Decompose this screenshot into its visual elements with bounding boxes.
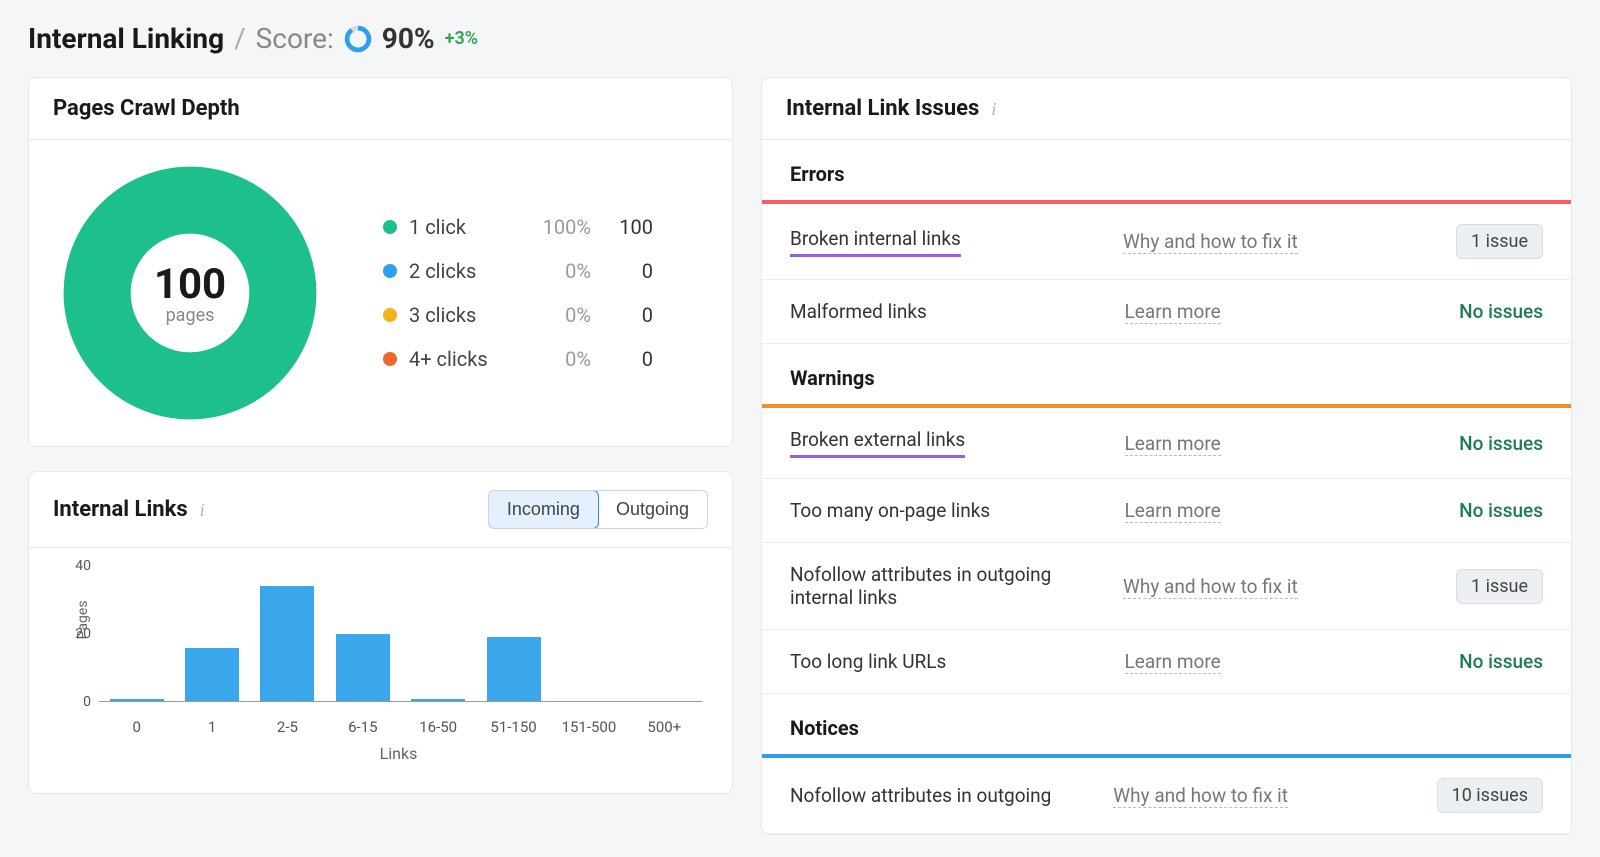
bar-column[interactable] (250, 586, 325, 702)
title-separator: / (234, 22, 246, 55)
x-tick-label: 16-50 (401, 718, 476, 736)
x-tick-label: 51-150 (476, 718, 551, 736)
legend-row[interactable]: 4+ clicks 0% 0 (383, 347, 653, 371)
legend-dot-icon (383, 264, 397, 278)
why-fix-link[interactable]: Why and how to fix it (1113, 784, 1288, 808)
score-value: 90% (382, 22, 435, 55)
issue-count-badge[interactable]: 1 issue (1456, 224, 1543, 259)
legend-pct: 0% (521, 303, 591, 327)
issue-section-title: Errors (762, 140, 1571, 200)
learn-more-link[interactable]: Learn more (1125, 650, 1221, 674)
legend-count: 0 (603, 303, 653, 327)
internal-links-card: Internal Links i Incoming Outgoing Pages… (28, 471, 733, 794)
y-tick-label: 0 (83, 694, 91, 710)
bar-column[interactable] (174, 648, 249, 702)
x-tick-label: 151-500 (551, 718, 626, 736)
issue-name[interactable]: Malformed links (790, 300, 927, 323)
y-tick-label: 40 (75, 558, 91, 574)
donut-label: pages (166, 305, 215, 326)
link-issues-title: Internal Link Issues (786, 96, 979, 121)
x-tick-label: 0 (99, 718, 174, 736)
x-tick-label: 6-15 (325, 718, 400, 736)
score-delta: +3% (445, 28, 478, 49)
no-issues-label: No issues (1459, 650, 1543, 673)
learn-more-link[interactable]: Learn more (1125, 432, 1221, 456)
issue-name[interactable]: Nofollow attributes in outgoing (790, 784, 1051, 807)
chart-x-label: Links (95, 744, 702, 763)
crawl-depth-donut: 100 pages (61, 164, 319, 422)
legend-pct: 0% (521, 259, 591, 283)
issue-row: Malformed links Learn more No issues (762, 280, 1571, 344)
legend-dot-icon (383, 308, 397, 322)
legend-row[interactable]: 3 clicks 0% 0 (383, 303, 653, 327)
link-issues-card: Internal Link Issues i ErrorsBroken inte… (761, 77, 1572, 835)
bar (336, 634, 390, 702)
crawl-depth-card: Pages Crawl Depth 100 pages 1 click100%1… (28, 77, 733, 447)
score-ring-icon (344, 25, 372, 53)
page-title: Internal Linking (28, 22, 224, 55)
legend-row[interactable]: 1 click 100% 100 (383, 215, 653, 239)
donut-total: 100 (154, 260, 226, 309)
issue-name[interactable]: Nofollow attributes in outgoing internal… (790, 563, 1103, 609)
legend-pct: 0% (521, 347, 591, 371)
no-issues-label: No issues (1459, 499, 1543, 522)
crawl-depth-legend: 1 click100%1002 clicks0%03 clicks0%04+ c… (383, 215, 653, 371)
why-fix-link[interactable]: Why and how to fix it (1123, 575, 1298, 599)
no-issues-label: No issues (1459, 432, 1543, 455)
legend-dot-icon (383, 220, 397, 234)
legend-dot-icon (383, 352, 397, 366)
bar (487, 637, 541, 702)
issue-row: Broken internal links Why and how to fix … (762, 204, 1571, 280)
bar-column[interactable] (325, 634, 400, 702)
x-tick-label: 500+ (627, 718, 702, 736)
bar (185, 648, 239, 702)
issue-row: Too many on-page links Learn more No issue… (762, 479, 1571, 543)
x-tick-label: 1 (174, 718, 249, 736)
issue-name[interactable]: Too many on-page links (790, 499, 990, 522)
x-tick-label: 2-5 (250, 718, 325, 736)
issue-count-badge[interactable]: 1 issue (1456, 569, 1543, 604)
legend-pct: 100% (521, 215, 591, 239)
bar-column[interactable] (476, 637, 551, 702)
bar (260, 586, 314, 702)
issue-row: Too long link URLs Learn more No issues (762, 630, 1571, 694)
legend-label: 3 clicks (409, 303, 509, 327)
issue-row: Nofollow attributes in outgoing internal… (762, 543, 1571, 630)
no-issues-label: No issues (1459, 300, 1543, 323)
crawl-depth-title: Pages Crawl Depth (53, 96, 240, 121)
legend-count: 0 (603, 347, 653, 371)
links-bar-chart: Pages 02040 012-56-1516-5051-150151-5005… (95, 566, 702, 736)
legend-count: 100 (603, 215, 653, 239)
issue-row: Nofollow attributes in outgoing Why and h… (762, 758, 1571, 834)
issue-name[interactable]: Broken internal links (790, 227, 961, 257)
issue-name[interactable]: Too long link URLs (790, 650, 946, 673)
info-icon[interactable]: i (991, 99, 996, 119)
legend-row[interactable]: 2 clicks 0% 0 (383, 259, 653, 283)
toggle-incoming[interactable]: Incoming (488, 490, 599, 529)
legend-label: 1 click (409, 215, 509, 239)
legend-label: 2 clicks (409, 259, 509, 283)
links-direction-toggle: Incoming Outgoing (488, 490, 708, 529)
issue-count-badge[interactable]: 10 issues (1437, 778, 1543, 813)
learn-more-link[interactable]: Learn more (1125, 300, 1221, 324)
issue-name[interactable]: Broken external links (790, 428, 965, 458)
page-header: Internal Linking / Score: 90% +3% (28, 22, 1572, 55)
learn-more-link[interactable]: Learn more (1125, 499, 1221, 523)
legend-label: 4+ clicks (409, 347, 509, 371)
score-label: Score: (256, 22, 334, 55)
info-icon[interactable]: i (200, 500, 205, 520)
y-tick-label: 20 (75, 626, 91, 642)
issue-row: Broken external links Learn more No issues (762, 408, 1571, 479)
issue-section-title: Notices (762, 694, 1571, 754)
legend-count: 0 (603, 259, 653, 283)
toggle-outgoing[interactable]: Outgoing (598, 491, 707, 528)
why-fix-link[interactable]: Why and how to fix it (1123, 230, 1298, 254)
issue-section-title: Warnings (762, 344, 1571, 404)
internal-links-title: Internal Links (53, 497, 188, 522)
